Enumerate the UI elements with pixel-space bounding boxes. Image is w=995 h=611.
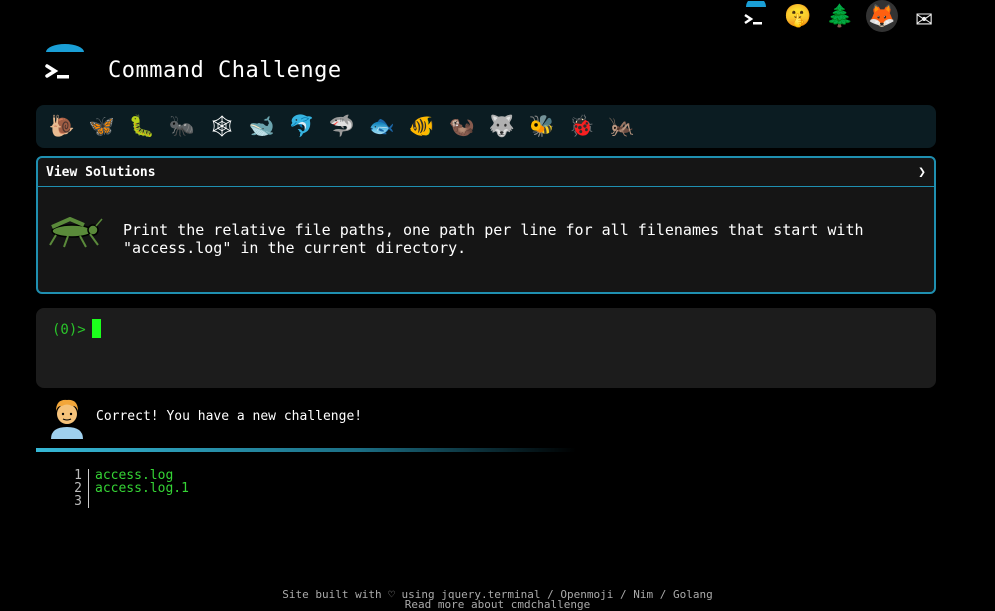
challenge-animal-bar: 🐌 🦋 🐛 🐜 🕸 🐋 🐬 🦈 🐟 🐠 🦦 🐺 🐝 🐞 🦗 bbox=[36, 105, 936, 148]
caterpillar-icon[interactable]: 🐛 bbox=[122, 107, 162, 147]
terminal-prompt: (0)> bbox=[52, 322, 86, 338]
avatar bbox=[51, 399, 83, 439]
cricket-icon[interactable]: 🦗 bbox=[602, 107, 642, 147]
ladybug-icon[interactable]: 🐞 bbox=[562, 107, 602, 147]
terminal-input[interactable]: (0)> bbox=[36, 308, 936, 388]
envelope-icon[interactable]: ✉ bbox=[908, 0, 940, 33]
footer-read-more-link[interactable]: Read more about cmdchallenge bbox=[0, 599, 995, 610]
view-solutions-label: View Solutions bbox=[46, 164, 156, 180]
status-message: Correct! You have a new challenge! bbox=[96, 409, 363, 424]
line-text: access.log.1 bbox=[95, 481, 189, 496]
wolf-icon[interactable]: 🐺 bbox=[482, 107, 522, 147]
snail-icon[interactable]: 🐌 bbox=[42, 107, 82, 147]
output-line: 3 bbox=[66, 495, 189, 508]
otter-icon[interactable]: 🦦 bbox=[442, 107, 482, 147]
gitlab-icon[interactable]: 🦊 bbox=[866, 0, 898, 32]
tree-icon[interactable]: 🌲 bbox=[824, 0, 856, 32]
footer: Site built with ♡ using jquery.terminal … bbox=[0, 589, 995, 610]
dolphin-icon[interactable]: 🐬 bbox=[282, 107, 322, 147]
whale-icon[interactable]: 🐋 bbox=[242, 107, 282, 147]
chevron-right-icon: ❯ bbox=[918, 164, 926, 180]
shushing-face-icon[interactable]: 🤫 bbox=[782, 0, 814, 32]
fish-icon[interactable]: 🐟 bbox=[362, 107, 402, 147]
divider bbox=[36, 448, 576, 452]
ant-icon[interactable]: 🐜 bbox=[162, 107, 202, 147]
spider-web-icon[interactable]: 🕸 bbox=[202, 107, 242, 147]
challenge-description: Print the relative file paths, one path … bbox=[123, 221, 864, 257]
butterfly-icon[interactable]: 🦋 bbox=[82, 107, 122, 147]
grasshopper-icon bbox=[49, 217, 103, 248]
command-output: 1 access.log 2 access.log.1 3 bbox=[66, 469, 189, 508]
line-number: 3 bbox=[66, 495, 89, 508]
site-logo[interactable] bbox=[42, 44, 88, 88]
terminal-cursor bbox=[91, 319, 101, 338]
view-solutions-toggle[interactable]: View Solutions ❯ bbox=[38, 158, 934, 187]
top-icon-bar: 🤫 🌲 🦊 ✉ bbox=[740, 0, 940, 33]
tropical-fish-icon[interactable]: 🐠 bbox=[402, 107, 442, 147]
terminal-icon[interactable] bbox=[740, 0, 772, 32]
challenge-body: Print the relative file paths, one path … bbox=[38, 187, 934, 295]
line-text bbox=[89, 495, 95, 508]
page-title: Command Challenge bbox=[108, 58, 342, 83]
shark-icon[interactable]: 🦈 bbox=[322, 107, 362, 147]
output-line: 2 access.log.1 bbox=[66, 482, 189, 495]
challenge-panel: View Solutions ❯ Print the relative file… bbox=[36, 156, 936, 294]
bee-icon[interactable]: 🐝 bbox=[522, 107, 562, 147]
